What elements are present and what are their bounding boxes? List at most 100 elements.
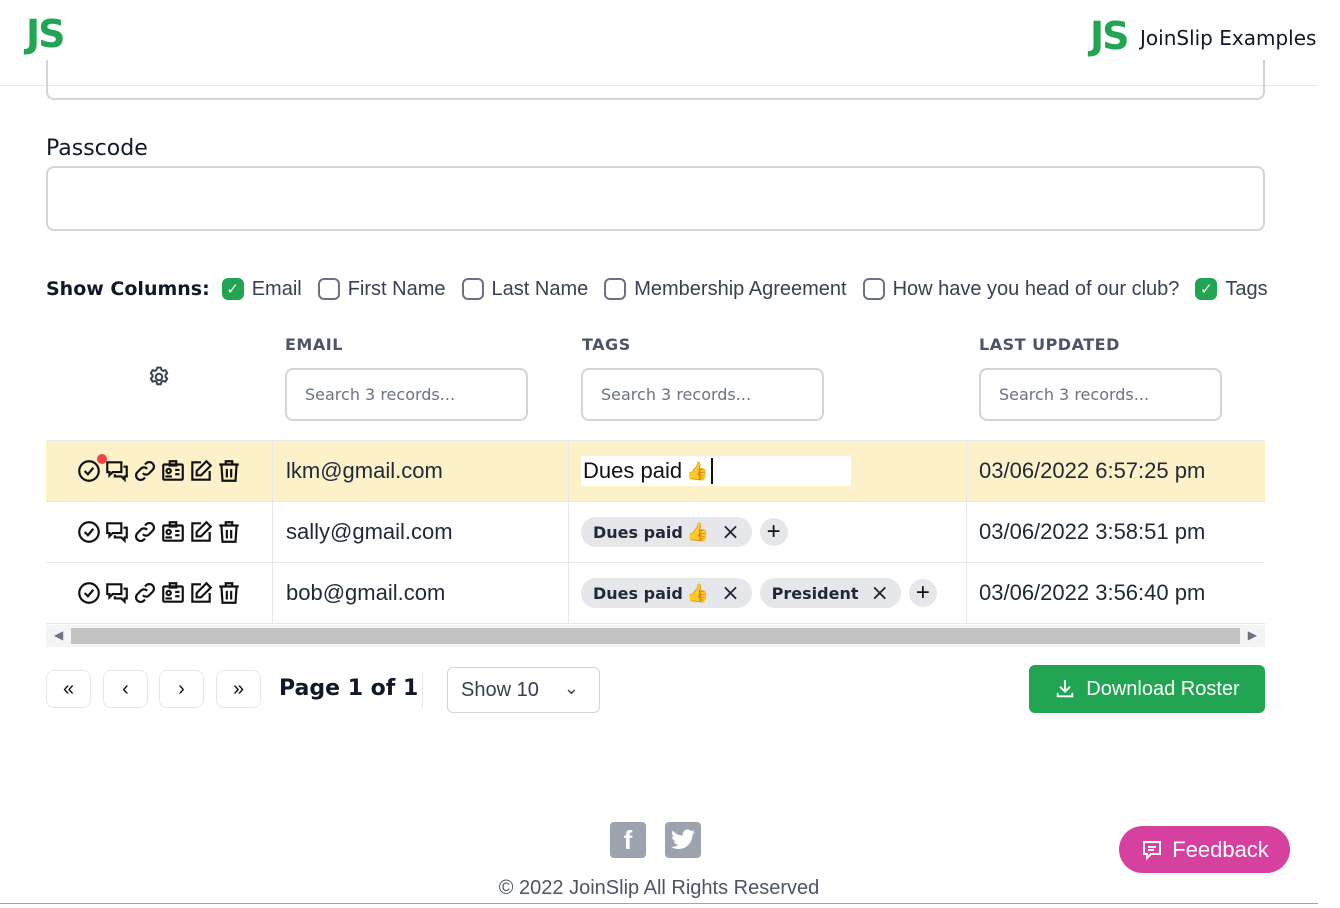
pagination-divider bbox=[422, 672, 423, 708]
horizontal-scrollbar[interactable]: ◀ ▶ bbox=[46, 625, 1265, 647]
remove-tag-icon[interactable]: × bbox=[871, 581, 889, 606]
tag-edit-text: Dues paid bbox=[583, 458, 683, 483]
thumbs-up-icon: 👍 bbox=[686, 582, 710, 604]
tags-cell: Dues paid 👍 × + bbox=[569, 502, 967, 562]
row-actions-cell bbox=[46, 563, 273, 623]
brand-logo[interactable]: JS bbox=[1090, 14, 1129, 58]
checkbox-icon[interactable] bbox=[461, 278, 484, 300]
edit-icon[interactable] bbox=[188, 519, 214, 545]
email-cell: bob@gmail.com bbox=[273, 563, 569, 623]
trash-icon[interactable] bbox=[216, 458, 242, 484]
remove-tag-icon[interactable]: × bbox=[721, 520, 739, 545]
tag-label: Dues paid bbox=[593, 583, 683, 603]
search-last-updated-input[interactable] bbox=[979, 368, 1222, 421]
tag-chip: Dues paid 👍 × bbox=[581, 517, 752, 547]
tag-edit-input[interactable]: Dues paid 👍 bbox=[581, 456, 851, 486]
download-roster-button[interactable]: Download Roster bbox=[1029, 665, 1265, 713]
email-cell: lkm@gmail.com bbox=[273, 441, 569, 501]
last-updated-cell: 03/06/2022 6:57:25 pm bbox=[979, 458, 1206, 483]
id-card-icon[interactable] bbox=[160, 519, 186, 545]
thumbs-up-icon: 👍 bbox=[686, 521, 710, 543]
table-row: lkm@gmail.com Dues paid 👍 03/06/2022 6:5… bbox=[46, 441, 1265, 502]
download-roster-label: Download Roster bbox=[1086, 677, 1240, 700]
link-icon[interactable] bbox=[132, 458, 158, 484]
edit-icon[interactable] bbox=[188, 580, 214, 606]
table-row: sally@gmail.com Dues paid 👍 × + 03/06/20… bbox=[46, 502, 1265, 563]
column-header-email[interactable]: EMAIL bbox=[285, 335, 343, 354]
remove-tag-icon[interactable]: × bbox=[721, 581, 739, 606]
download-icon bbox=[1057, 679, 1074, 698]
feedback-button[interactable]: Feedback bbox=[1119, 826, 1290, 873]
tags-cell-editing: Dues paid 👍 bbox=[569, 441, 967, 501]
last-page-button[interactable]: » bbox=[216, 670, 261, 708]
facebook-icon[interactable]: f bbox=[610, 822, 646, 858]
search-email-input[interactable] bbox=[285, 368, 528, 421]
roster-table: lkm@gmail.com Dues paid 👍 03/06/2022 6:5… bbox=[46, 440, 1265, 624]
check-circle-icon[interactable] bbox=[76, 519, 102, 545]
email-cell: sally@gmail.com bbox=[273, 502, 569, 562]
column-toggle-label: Tags bbox=[1225, 277, 1268, 300]
link-icon[interactable] bbox=[132, 580, 158, 606]
passcode-input[interactable] bbox=[46, 166, 1265, 231]
comments-icon[interactable] bbox=[104, 580, 130, 606]
page-size-select[interactable]: Show 10 ⌄ bbox=[447, 667, 600, 713]
checkbox-checked-icon[interactable]: ✓ bbox=[1195, 278, 1218, 300]
trash-icon[interactable] bbox=[216, 519, 242, 545]
twitter-icon[interactable] bbox=[665, 822, 701, 858]
edit-icon[interactable] bbox=[188, 458, 214, 484]
scroll-left-arrow-icon[interactable]: ◀ bbox=[54, 628, 63, 642]
column-toggle-email[interactable]: ✓ Email bbox=[221, 277, 302, 301]
id-card-icon[interactable] bbox=[160, 580, 186, 606]
column-toggle-membership-agreement[interactable]: Membership Agreement bbox=[604, 277, 847, 301]
link-icon[interactable] bbox=[132, 519, 158, 545]
site-logo[interactable]: JS bbox=[26, 12, 65, 56]
column-toggle-label: Last Name bbox=[491, 277, 589, 300]
tags-cell: Dues paid 👍 × President × + bbox=[569, 563, 967, 623]
column-toggle-label: First Name bbox=[347, 277, 446, 300]
table-row: bob@gmail.com Dues paid 👍 × President × … bbox=[46, 563, 1265, 624]
feedback-chat-icon bbox=[1143, 840, 1162, 860]
comments-icon[interactable] bbox=[104, 519, 130, 545]
previous-input-field[interactable] bbox=[46, 60, 1265, 100]
scrollbar-thumb[interactable] bbox=[71, 628, 1240, 644]
column-toggle-tags[interactable]: ✓ Tags bbox=[1195, 277, 1268, 301]
row-actions-cell bbox=[46, 502, 273, 562]
check-circle-icon[interactable] bbox=[76, 580, 102, 606]
feedback-label: Feedback bbox=[1172, 836, 1269, 862]
search-tags-input[interactable] bbox=[581, 368, 824, 421]
trash-icon[interactable] bbox=[216, 580, 242, 606]
column-toggle-first-name[interactable]: First Name bbox=[317, 277, 446, 301]
footer-divider bbox=[0, 903, 1318, 904]
column-header-last-updated[interactable]: LAST UPDATED bbox=[979, 335, 1120, 354]
settings-gear-icon[interactable] bbox=[146, 364, 172, 390]
tag-chip: President × bbox=[759, 578, 901, 608]
show-columns-label: Show Columns: bbox=[46, 278, 210, 300]
checkbox-icon[interactable] bbox=[862, 278, 885, 300]
id-card-icon[interactable] bbox=[160, 458, 186, 484]
last-updated-cell: 03/06/2022 3:56:40 pm bbox=[979, 580, 1206, 605]
last-updated-cell: 03/06/2022 3:58:51 pm bbox=[979, 519, 1206, 544]
column-toggle-how-heard[interactable]: How have you head of our club? bbox=[862, 278, 1179, 301]
brand-name[interactable]: JoinSlip Examples bbox=[1140, 26, 1316, 50]
thumbs-up-icon: 👍 bbox=[686, 460, 709, 481]
column-toggle-last-name[interactable]: Last Name bbox=[461, 277, 589, 301]
comments-icon[interactable] bbox=[104, 458, 130, 484]
passcode-label: Passcode bbox=[46, 136, 148, 161]
tag-label: President bbox=[771, 583, 859, 603]
column-toggle-label: Membership Agreement bbox=[634, 277, 847, 300]
scroll-right-arrow-icon[interactable]: ▶ bbox=[1248, 628, 1257, 642]
next-page-button[interactable]: › bbox=[159, 670, 204, 708]
show-columns-bar: Show Columns: ✓ Email First Name Last Na… bbox=[46, 276, 1284, 302]
checkbox-icon[interactable] bbox=[604, 278, 627, 300]
checkbox-icon[interactable] bbox=[317, 278, 340, 300]
add-tag-button[interactable]: + bbox=[908, 579, 937, 607]
column-header-tags[interactable]: TAGS bbox=[582, 335, 631, 354]
add-tag-button[interactable]: + bbox=[759, 518, 788, 546]
checkbox-checked-icon[interactable]: ✓ bbox=[221, 278, 244, 300]
first-page-button[interactable]: « bbox=[46, 670, 91, 708]
column-toggle-label: Email bbox=[251, 277, 302, 300]
page-size-value: Show 10 bbox=[461, 678, 539, 701]
page-indicator: Page 1 of 1 bbox=[279, 676, 419, 701]
previous-page-button[interactable]: ‹ bbox=[103, 670, 148, 708]
chevron-down-icon: ⌄ bbox=[563, 678, 579, 698]
